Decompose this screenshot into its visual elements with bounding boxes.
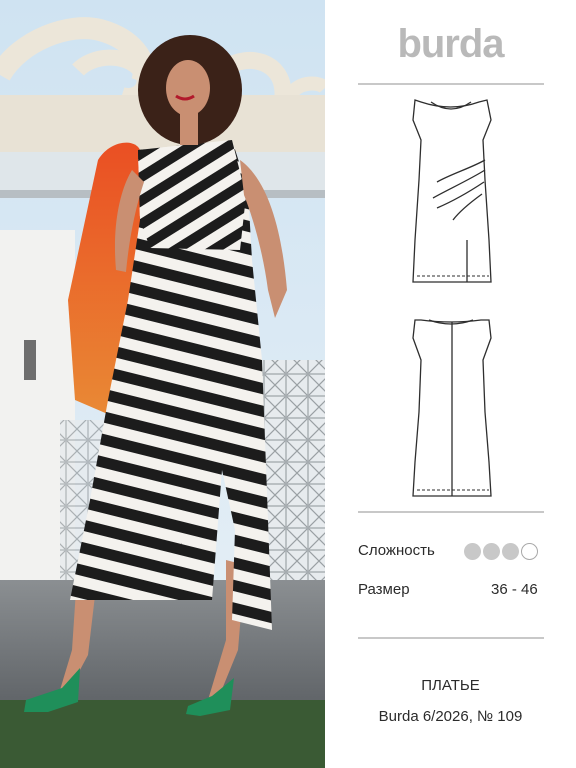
- model-photo: [0, 0, 325, 768]
- pattern-card: burda Сложность Размер 36 - 46 ПЛАТЬЕ Bu…: [343, 0, 558, 768]
- size-label: Размер: [358, 581, 410, 598]
- difficulty-dot-filled: [502, 543, 519, 560]
- issue-reference: Burda 6/2026, № 109: [378, 708, 523, 725]
- difficulty-dot-filled: [464, 543, 481, 560]
- technical-sketches: [412, 99, 492, 497]
- divider: [358, 637, 544, 639]
- difficulty-label: Сложность: [358, 542, 435, 559]
- garment-name: ПЛАТЬЕ: [421, 677, 480, 694]
- front-view-sketch: [412, 99, 492, 283]
- brand-logo: burda: [397, 22, 504, 66]
- difficulty-rating: [464, 543, 538, 560]
- difficulty-dot-empty: [521, 543, 538, 560]
- divider: [358, 83, 544, 85]
- difficulty-dot-filled: [483, 543, 500, 560]
- back-view-sketch: [412, 319, 492, 497]
- size-value: 36 - 46: [491, 581, 538, 598]
- divider: [358, 511, 544, 513]
